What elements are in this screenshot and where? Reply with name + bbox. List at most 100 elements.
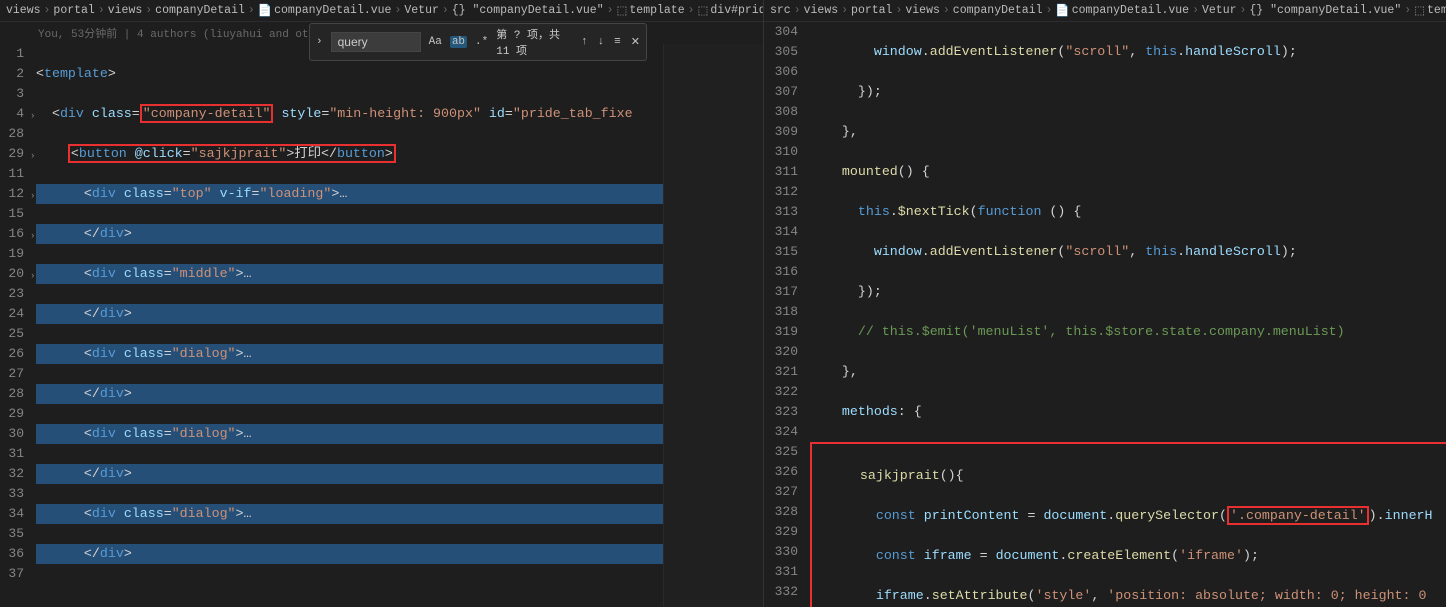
line-number: 37 bbox=[0, 564, 24, 584]
line-number: 312 bbox=[764, 182, 798, 202]
fold-icon[interactable]: › bbox=[30, 186, 35, 206]
line-number: 323 bbox=[764, 402, 798, 422]
line-number: 304 bbox=[764, 22, 798, 42]
line-number: 33 bbox=[0, 484, 24, 504]
find-input[interactable] bbox=[331, 32, 421, 52]
breadcrumb[interactable]: portal bbox=[851, 4, 892, 17]
template-icon: ⬚ bbox=[617, 3, 628, 18]
next-match-icon[interactable]: ↓ bbox=[596, 36, 607, 48]
line-number: 315 bbox=[764, 242, 798, 262]
line-number: 305 bbox=[764, 42, 798, 62]
find-widget[interactable]: › Aa ab .* 第 ? 项，共 11 项 ↑ ↓ ≡ ✕ bbox=[309, 23, 647, 61]
line-number: 3 bbox=[0, 84, 24, 104]
line-number: 328 bbox=[764, 502, 798, 522]
line-number: 16› bbox=[0, 224, 24, 244]
line-number: 326 bbox=[764, 462, 798, 482]
line-number: 12› bbox=[0, 184, 24, 204]
breadcrumb[interactable]: {} "companyDetail.vue" bbox=[452, 4, 604, 17]
line-number: 30 bbox=[0, 424, 24, 444]
line-number: 332 bbox=[764, 582, 798, 602]
line-number: 325 bbox=[764, 442, 798, 462]
fold-icon[interactable]: › bbox=[30, 146, 35, 166]
line-number: 11 bbox=[0, 164, 24, 184]
line-number: 322 bbox=[764, 382, 798, 402]
breadcrumb[interactable]: template bbox=[629, 4, 684, 17]
line-number: 29› bbox=[0, 144, 24, 164]
breadcrumb[interactable]: Vetur bbox=[404, 4, 439, 17]
find-in-selection-icon[interactable]: ≡ bbox=[612, 36, 623, 48]
line-number: 2 bbox=[0, 64, 24, 84]
line-number: 25 bbox=[0, 324, 24, 344]
line-number: 321 bbox=[764, 362, 798, 382]
line-number: 308 bbox=[764, 102, 798, 122]
line-number: 327 bbox=[764, 482, 798, 502]
line-number: 34 bbox=[0, 504, 24, 524]
line-number: 31 bbox=[0, 444, 24, 464]
line-number: 20› bbox=[0, 264, 24, 284]
line-number: 320 bbox=[764, 342, 798, 362]
line-number: 313 bbox=[764, 202, 798, 222]
breadcrumb[interactable]: companyDetail bbox=[155, 4, 245, 17]
breadcrumb[interactable]: companyDetail.vue bbox=[274, 4, 391, 17]
line-number: 26 bbox=[0, 344, 24, 364]
line-number: 319 bbox=[764, 322, 798, 342]
editor-area-left[interactable]: 1 2 3 4› 28 29› 11 12› 15 16› 19 20› 23 … bbox=[0, 44, 763, 607]
fold-icon[interactable]: › bbox=[30, 226, 35, 246]
fold-icon[interactable]: › bbox=[30, 106, 35, 126]
breadcrumb[interactable]: companyDetail bbox=[953, 4, 1043, 17]
find-toggle-icon[interactable]: › bbox=[314, 36, 325, 48]
line-number: 4› bbox=[0, 104, 24, 124]
regex-button[interactable]: .* bbox=[473, 36, 490, 48]
breadcrumb[interactable]: views bbox=[905, 4, 940, 17]
line-number: 306 bbox=[764, 62, 798, 82]
line-number: 29 bbox=[0, 404, 24, 424]
breadcrumb[interactable]: div#pride_tab_fixed.company-d... bbox=[710, 4, 763, 17]
editor-area-right[interactable]: 304 305 306 307 308 309 310 311 312 313 … bbox=[764, 22, 1446, 607]
line-number: 311 bbox=[764, 162, 798, 182]
line-number: 19 bbox=[0, 244, 24, 264]
line-number: 35 bbox=[0, 524, 24, 544]
vue-file-icon: 📄 bbox=[258, 3, 272, 18]
line-number: 28 bbox=[0, 384, 24, 404]
close-icon[interactable]: ✕ bbox=[629, 35, 642, 49]
find-status: 第 ? 项，共 11 项 bbox=[496, 26, 573, 58]
breadcrumb[interactable]: Vetur bbox=[1202, 4, 1237, 17]
breadcrumb[interactable]: views bbox=[6, 4, 41, 17]
template-icon: ⬚ bbox=[1414, 3, 1425, 18]
fold-icon[interactable]: › bbox=[30, 266, 35, 286]
breadcrumb[interactable]: views bbox=[108, 4, 143, 17]
line-number: 24 bbox=[0, 304, 24, 324]
line-number: 331 bbox=[764, 562, 798, 582]
code-content-left[interactable]: <template> <div class="company-detail" s… bbox=[36, 44, 663, 607]
line-number: 317 bbox=[764, 282, 798, 302]
line-gutter: 1 2 3 4› 28 29› 11 12› 15 16› 19 20› 23 … bbox=[0, 44, 36, 607]
line-number: 27 bbox=[0, 364, 24, 384]
breadcrumb[interactable]: views bbox=[804, 4, 839, 17]
line-number: 23 bbox=[0, 284, 24, 304]
match-word-button[interactable]: ab bbox=[450, 36, 467, 48]
line-number: 15 bbox=[0, 204, 24, 224]
breadcrumb[interactable]: src bbox=[770, 4, 791, 17]
breadcrumbs-left[interactable]: views› portal› views› companyDetail› 📄 c… bbox=[0, 0, 763, 22]
element-icon: ⬚ bbox=[698, 3, 709, 18]
breadcrumb[interactable]: template bbox=[1427, 4, 1446, 17]
line-number: 307 bbox=[764, 82, 798, 102]
line-number: 310 bbox=[764, 142, 798, 162]
minimap-left[interactable] bbox=[663, 44, 763, 607]
line-number: 28 bbox=[0, 124, 24, 144]
line-number: 314 bbox=[764, 222, 798, 242]
code-content-right[interactable]: window.addEventListener("scroll", this.h… bbox=[810, 22, 1446, 607]
breadcrumb[interactable]: companyDetail.vue bbox=[1072, 4, 1189, 17]
line-number: 329 bbox=[764, 522, 798, 542]
line-number: 32 bbox=[0, 464, 24, 484]
line-number: 330 bbox=[764, 542, 798, 562]
line-gutter: 304 305 306 307 308 309 310 311 312 313 … bbox=[764, 22, 810, 607]
line-number: 1 bbox=[0, 44, 24, 64]
match-case-button[interactable]: Aa bbox=[427, 36, 444, 48]
breadcrumb[interactable]: {} "companyDetail.vue" bbox=[1249, 4, 1401, 17]
breadcrumb[interactable]: portal bbox=[53, 4, 94, 17]
vue-file-icon: 📄 bbox=[1055, 3, 1069, 18]
editor-pane-left: views › portal › views › companyDetail › 📄 c… bbox=[0, 0, 764, 607]
prev-match-icon[interactable]: ↑ bbox=[579, 36, 590, 48]
breadcrumbs-right[interactable]: src› views› portal› views› companyDetail… bbox=[764, 0, 1446, 22]
